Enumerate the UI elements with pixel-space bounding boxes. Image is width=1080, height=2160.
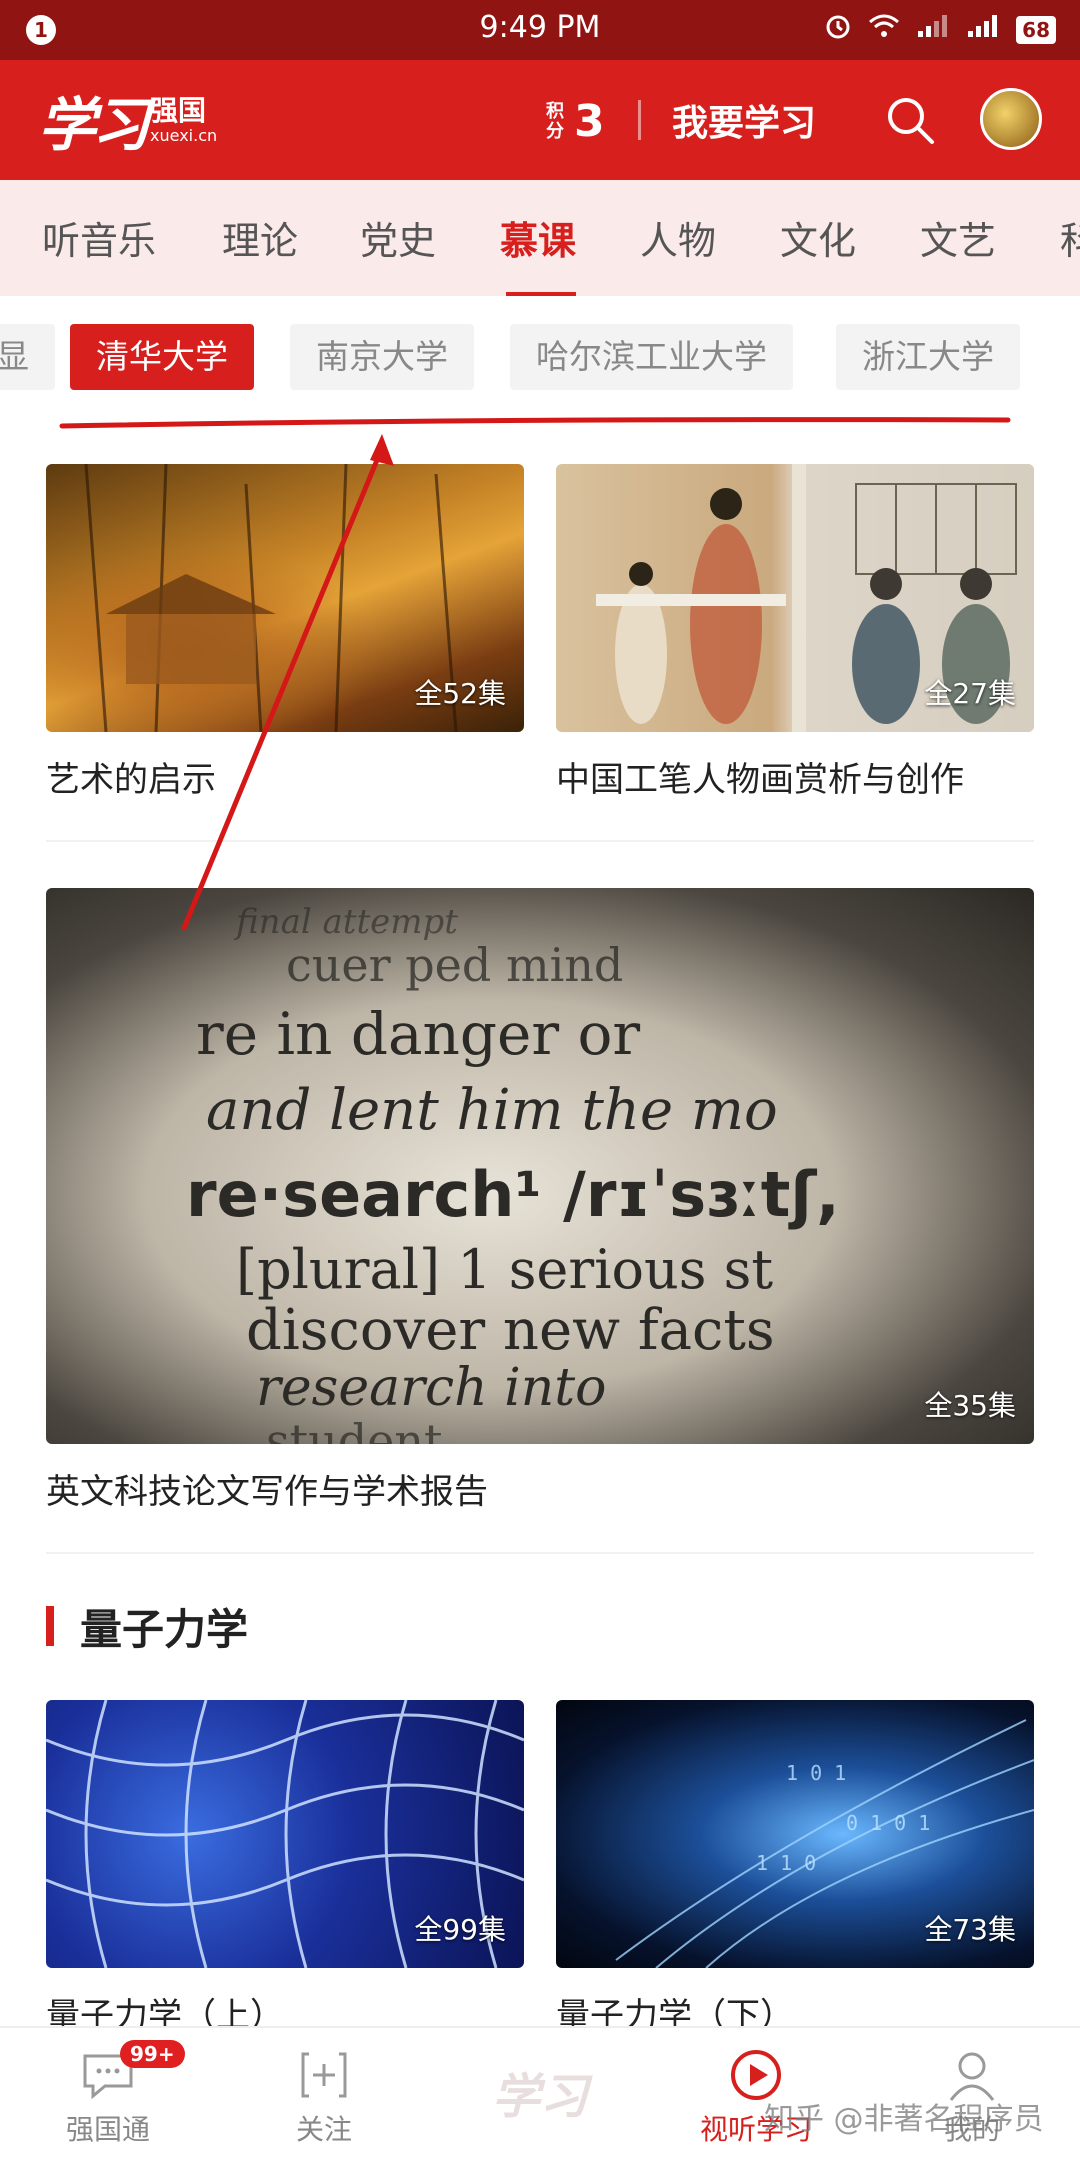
header-divider: [638, 100, 641, 140]
course-card[interactable]: 全27集 中国工笔人物画赏析与创作: [556, 464, 1034, 801]
watermark: 知乎 @非著名程序员: [764, 2102, 1044, 2137]
nav-label: 强国通: [65, 2113, 150, 2146]
tab-arts[interactable]: 文艺: [920, 210, 996, 265]
course-card[interactable]: 1 0 10 1 0 11 1 0 全73集 量子力学（下）: [556, 1700, 1034, 2037]
bottom-nav: 99+ 强国通 关注 学习 视听学习 我的: [0, 2026, 1080, 2160]
avatar[interactable]: [980, 88, 1042, 150]
logo-cn: 强国: [150, 94, 207, 127]
status-bar: 1 9:49 PM 68: [0, 0, 1080, 60]
episode-count: 全73集: [924, 1913, 1016, 1946]
svg-text:1 0 1: 1 0 1: [786, 1761, 846, 1785]
dict-line: student: [266, 1414, 443, 1444]
divider: [46, 840, 1034, 842]
course-thumbnail: 全27集: [556, 464, 1034, 732]
nav-study-logo[interactable]: 学习: [480, 2042, 600, 2142]
active-tab-indicator: [506, 292, 576, 296]
course-thumbnail: 全52集: [46, 464, 524, 732]
tab-culture[interactable]: 文化: [780, 210, 856, 265]
section-accent-bar: [46, 1606, 54, 1646]
points-value: 3: [574, 96, 605, 147]
dict-line: cuer ped mind: [286, 938, 624, 992]
wifi-icon: [868, 13, 900, 46]
chip-nanjing[interactable]: 南京大学: [290, 324, 474, 390]
tab-music[interactable]: 听音乐: [42, 210, 156, 265]
university-chips: 显 清华大学 南京大学 哈尔滨工业大学 浙江大学: [0, 310, 1080, 410]
dict-line: re in danger or: [196, 1000, 641, 1068]
episode-count: 全52集: [414, 677, 506, 710]
dict-line: discover new facts: [246, 1298, 775, 1363]
battery-icon: 68: [1016, 15, 1056, 44]
course-title: 英文科技论文写作与学术报告: [46, 1472, 488, 1512]
tab-party-history[interactable]: 党史: [360, 210, 436, 265]
logo-script: 学习: [38, 91, 150, 159]
divider: [46, 1552, 1034, 1554]
dict-line: research into: [256, 1358, 607, 1418]
tab-mooc[interactable]: 慕课: [500, 210, 576, 265]
course-card[interactable]: 全52集 艺术的启示: [46, 464, 524, 801]
tab-science[interactable]: 科: [1060, 210, 1080, 265]
alarm-icon: [824, 12, 852, 47]
category-tabs: 听音乐 理论 党史 慕课 人物 文化 文艺 科: [0, 180, 1080, 296]
chip-partial[interactable]: 显: [0, 324, 55, 390]
chip-zhejiang[interactable]: 浙江大学: [836, 324, 1020, 390]
signal-2-icon: [966, 13, 1000, 46]
logo-en: xuexi.cn: [150, 126, 218, 145]
svg-text:0 1 0 1: 0 1 0 1: [846, 1811, 930, 1835]
app-logo[interactable]: 学习 强国 xuexi.cn: [38, 78, 217, 162]
section-header: 量子力学: [46, 1598, 248, 1654]
search-icon[interactable]: [882, 92, 938, 148]
points-label: 积分: [546, 100, 564, 142]
dict-line: [plural] 1 serious st: [236, 1238, 774, 1301]
episode-count: 全35集: [924, 1389, 1016, 1422]
dict-line: final attempt: [236, 902, 458, 942]
nav-label: 关注: [295, 2113, 352, 2146]
dict-line: re·search¹ /rɪˈsɜːtʃ,: [186, 1158, 840, 1231]
status-icons: 68: [824, 12, 1056, 47]
course-thumbnail: final attempt cuer ped mind re in danger…: [46, 888, 1034, 1444]
tab-people[interactable]: 人物: [640, 210, 716, 265]
app-header: 学习 强国 xuexi.cn 积分 3 我要学习: [0, 60, 1080, 180]
section-title: 量子力学: [80, 1604, 249, 1654]
dictionary-image: final attempt cuer ped mind re in danger…: [46, 888, 1034, 1444]
course-thumbnail: 全99集: [46, 1700, 524, 1968]
episode-count: 全99集: [414, 1913, 506, 1946]
nav-qiangguotong[interactable]: 99+ 强国通: [28, 2040, 188, 2148]
points-display[interactable]: 积分 3: [546, 96, 605, 147]
course-thumbnail: 1 0 1 0 1 0 1 1 1 0 全73集: [556, 1700, 1034, 1968]
signal-icon: [916, 13, 950, 46]
course-card-featured[interactable]: final attempt cuer ped mind re in danger…: [46, 888, 1034, 1513]
episode-count: 全27集: [924, 677, 1016, 710]
chip-tsinghua[interactable]: 清华大学: [70, 324, 254, 390]
learn-button[interactable]: 我要学习: [672, 94, 816, 146]
course-title: 中国工笔人物画赏析与创作: [556, 760, 964, 800]
nav-follow[interactable]: 关注: [244, 2046, 404, 2148]
svg-text:1 1 0: 1 1 0: [756, 1851, 816, 1875]
add-follow-icon: [244, 2046, 404, 2104]
unread-badge: 99+: [120, 2040, 185, 2068]
course-card[interactable]: 全99集 量子力学（上）: [46, 1700, 524, 2037]
chip-harbin[interactable]: 哈尔滨工业大学: [510, 324, 793, 390]
course-title: 艺术的启示: [46, 760, 216, 800]
dict-line: and lent him the mo: [206, 1078, 778, 1143]
tab-theory[interactable]: 理论: [222, 210, 298, 265]
